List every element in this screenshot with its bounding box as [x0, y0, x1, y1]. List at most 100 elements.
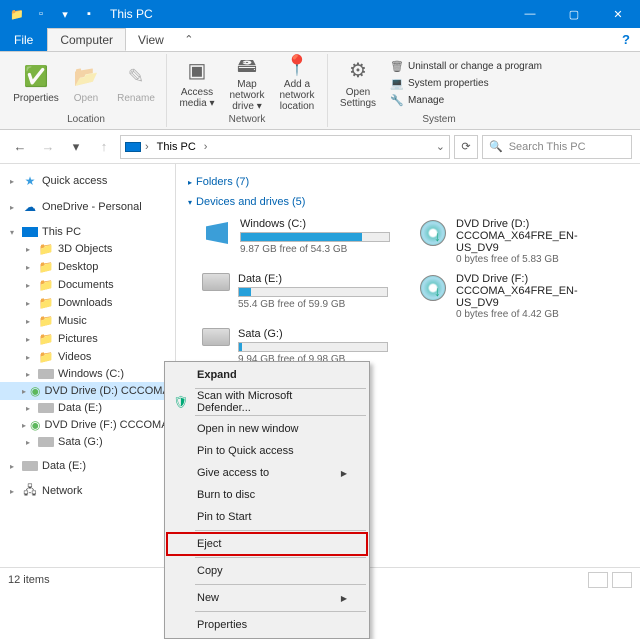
gear-icon: ⚙ — [344, 57, 372, 85]
help-icon[interactable]: ? — [612, 28, 640, 51]
drive-name: Windows (C:) — [240, 218, 402, 230]
separator — [195, 388, 366, 389]
tree-item[interactable]: ▸Windows (C:) — [0, 366, 175, 382]
maximize-button[interactable]: ▢ — [552, 0, 596, 28]
drive-name: DVD Drive (D:) CCCOMA_X64FRE_EN-US_DV9 — [456, 218, 618, 254]
separator — [195, 584, 366, 585]
tree-item[interactable]: ▸📁Pictures — [0, 330, 175, 348]
ctx-eject[interactable]: Eject — [167, 533, 367, 555]
tree-item[interactable]: ▸Sata (G:) — [0, 434, 175, 450]
manage-button[interactable]: 🔧Manage — [388, 92, 544, 108]
tree-quick-access[interactable]: ▸★Quick access — [0, 172, 175, 190]
tree-item[interactable]: ▸📁Music — [0, 312, 175, 330]
tree-this-pc[interactable]: ▾This PC — [0, 224, 175, 240]
access-media-button[interactable]: ▣Access media ▾ — [173, 55, 221, 111]
ctx-pin-start[interactable]: Pin to Start — [167, 506, 367, 528]
tree-item[interactable]: ▸◉DVD Drive (F:) CCCOMA_X64FRE — [0, 416, 175, 434]
ribbon: ✅Properties 📂Open ✎Rename Location ▣Acce… — [0, 52, 640, 130]
tree-onedrive[interactable]: ▸☁OneDrive - Personal — [0, 198, 175, 216]
refresh-button[interactable]: ⟳ — [454, 135, 478, 159]
ctx-new[interactable]: New▶ — [167, 587, 367, 609]
address-dropdown[interactable]: ⌄ — [436, 140, 445, 153]
drive-item[interactable]: DVD Drive (D:) CCCOMA_X64FRE_EN-US_DV9 0… — [418, 218, 618, 265]
separator — [195, 530, 366, 531]
back-button[interactable]: ← — [8, 135, 32, 159]
chevron-right-icon[interactable]: › — [145, 141, 149, 153]
icons-view-button[interactable] — [612, 572, 632, 588]
tab-file[interactable]: File — [0, 28, 47, 51]
hdd-icon — [202, 328, 230, 346]
rename-icon: ✎ — [122, 63, 150, 91]
group-label: System — [334, 112, 544, 127]
add-location-button[interactable]: 📍Add a network location — [273, 55, 321, 111]
usage-bar — [240, 232, 390, 242]
tree-item[interactable]: ▸📁3D Objects — [0, 240, 175, 258]
up-button[interactable]: ↑ — [92, 135, 116, 159]
usage-bar — [238, 287, 388, 297]
tree-item[interactable]: ▸📁Videos — [0, 348, 175, 366]
tree-item[interactable]: ▸📁Documents — [0, 276, 175, 294]
open-settings-button[interactable]: ⚙Open Settings — [334, 55, 382, 111]
address-bar[interactable]: › This PC › ⌄ — [120, 135, 450, 159]
breadcrumb-segment[interactable]: This PC — [153, 141, 200, 153]
section-folders[interactable]: ▸Folders (7) — [188, 172, 628, 192]
chevron-right-icon[interactable]: › — [204, 141, 208, 153]
ctx-open-new-window[interactable]: Open in new window — [167, 418, 367, 440]
tree-item[interactable]: ▸📁Downloads — [0, 294, 175, 312]
drive-icon — [38, 403, 54, 413]
ribbon-tabs: File Computer View ⌃ ? — [0, 28, 640, 52]
folder-icon: 📁 — [38, 314, 54, 328]
qat-overflow[interactable]: ▪ — [78, 3, 100, 25]
drive-info: Windows (C:) 9.87 GB free of 54.3 GB — [240, 218, 402, 265]
system-properties-button[interactable]: 💻System properties — [388, 75, 544, 91]
separator — [195, 611, 366, 612]
ctx-properties[interactable]: Properties — [167, 614, 367, 636]
map-drive-icon: 🖴 — [233, 55, 261, 77]
tab-view[interactable]: View — [126, 28, 177, 51]
forward-button[interactable]: → — [36, 135, 60, 159]
ctx-burn[interactable]: Burn to disc — [167, 484, 367, 506]
ribbon-collapse-icon[interactable]: ⌃ — [177, 28, 201, 51]
drive-info: DVD Drive (D:) CCCOMA_X64FRE_EN-US_DV9 0… — [456, 218, 618, 265]
map-drive-button[interactable]: 🖴Map network drive ▾ — [223, 55, 271, 111]
drive-icon — [38, 369, 54, 379]
minimize-button[interactable]: — — [508, 0, 552, 28]
close-button[interactable]: ✕ — [596, 0, 640, 28]
tree-data[interactable]: ▸Data (E:) — [0, 458, 175, 474]
pc-icon — [22, 227, 38, 237]
tree-item[interactable]: ▸📁Desktop — [0, 258, 175, 276]
disc-icon: ◉ — [30, 384, 40, 398]
open-button[interactable]: 📂Open — [62, 55, 110, 111]
qat-divider: ▾ — [54, 3, 76, 25]
ctx-scan[interactable]: 🛡Scan with Microsoft Defender... — [167, 391, 367, 413]
recent-dropdown[interactable]: ▾ — [64, 135, 88, 159]
tree-item-selected[interactable]: ▸◉DVD Drive (D:) CCCOMA_X64FRE — [0, 382, 175, 400]
ctx-copy[interactable]: Copy — [167, 560, 367, 582]
properties-button[interactable]: ✅Properties — [12, 55, 60, 111]
search-input[interactable]: 🔍 Search This PC — [482, 135, 632, 159]
ctx-pin-quick[interactable]: Pin to Quick access — [167, 440, 367, 462]
tab-computer[interactable]: Computer — [47, 28, 126, 51]
drive-item[interactable]: Data (E:) 55.4 GB free of 59.9 GB — [202, 273, 402, 320]
disc-icon: ◉ — [30, 418, 40, 432]
drive-item[interactable]: Windows (C:) 9.87 GB free of 54.3 GB — [202, 218, 402, 265]
section-drives[interactable]: ▾Devices and drives (5) — [188, 192, 628, 212]
ctx-give-access[interactable]: Give access to▶ — [167, 462, 367, 484]
uninstall-icon: 🗑 — [390, 59, 404, 73]
tree-network[interactable]: ▸🖧Network — [0, 482, 175, 500]
drive-icon — [22, 461, 38, 471]
qat-item[interactable]: ▫ — [30, 3, 52, 25]
drive-item[interactable]: Sata (G:) 9.94 GB free of 9.98 GB — [202, 328, 402, 365]
dvd-icon — [418, 273, 448, 303]
folder-icon: 📁 — [38, 350, 54, 364]
tree-item[interactable]: ▸Data (E:) — [0, 400, 175, 416]
separator — [195, 557, 366, 558]
add-location-icon: 📍 — [283, 55, 311, 77]
details-view-button[interactable] — [588, 572, 608, 588]
rename-button[interactable]: ✎Rename — [112, 55, 160, 111]
folder-icon: 📁 — [38, 242, 54, 256]
ctx-expand[interactable]: Expand — [167, 364, 367, 386]
drive-item[interactable]: DVD Drive (F:) CCCOMA_X64FRE_EN-US_DV9 0… — [418, 273, 618, 320]
uninstall-button[interactable]: 🗑Uninstall or change a program — [388, 58, 544, 74]
drive-stat: 0 bytes free of 5.83 GB — [456, 254, 618, 265]
